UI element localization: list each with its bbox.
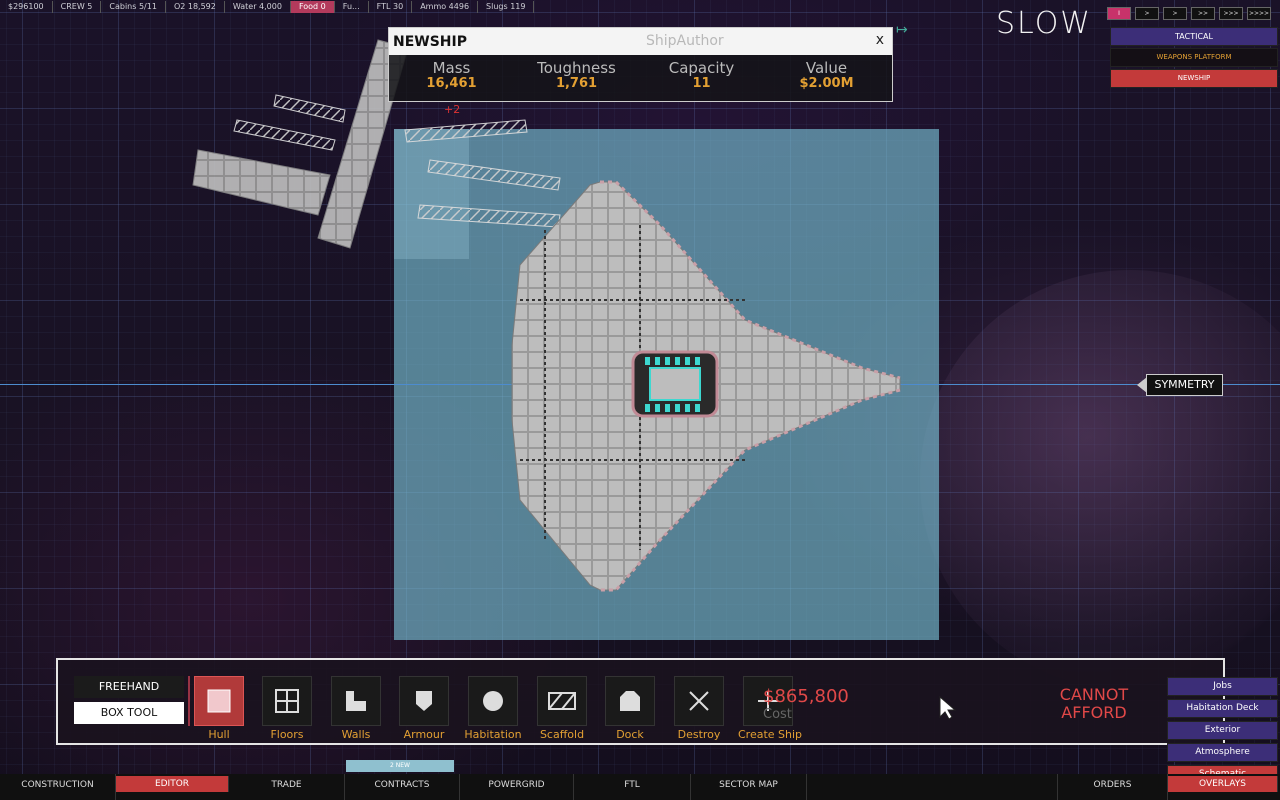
tool-dock-label: Dock [616, 728, 644, 741]
overlays-menu: Jobs Habitation Deck Exterior Atmosphere… [1167, 677, 1278, 787]
walls-icon [331, 676, 381, 726]
nav-ftl[interactable]: FTL [574, 774, 691, 800]
dock-count-marker: +2 [444, 103, 461, 116]
nav-construction[interactable]: CONSTRUCTION [0, 774, 116, 800]
overlay-exterior[interactable]: Exterior [1167, 721, 1278, 740]
bottom-navigation: CONSTRUCTION EDITOR TRADE CONTRACTS POWE… [0, 774, 1280, 800]
hull-icon [194, 676, 244, 726]
nav-overlays[interactable]: OVERLAYS [1168, 776, 1278, 792]
construction-toolbar: FREEHAND BOX TOOL Hull Floors Walls Armo… [56, 658, 1225, 745]
close-button[interactable]: x [876, 32, 884, 48]
arrow-right-icon: ↦ [896, 22, 908, 38]
mouse-cursor-icon [939, 695, 957, 720]
tool-walls[interactable]: Walls [326, 676, 386, 741]
value-value: $2.00M [799, 76, 854, 91]
mass-value: 16,461 [426, 76, 477, 91]
tool-hull-label: Hull [208, 728, 230, 741]
destroy-icon [674, 676, 724, 726]
tool-floors[interactable]: Floors [257, 676, 317, 741]
nav-orders[interactable]: ORDERS [1058, 774, 1168, 800]
mass-stat: Mass 16,461 [389, 55, 514, 91]
tool-habitation-label: Habitation [464, 728, 522, 741]
tool-scaffold[interactable]: Scaffold [532, 676, 592, 741]
box-tool-button[interactable]: BOX TOOL [74, 702, 184, 724]
cannot-afford-warning: CANNOT AFFORD [1059, 685, 1129, 722]
tool-habitation[interactable]: Habitation [463, 676, 523, 741]
cost-value: $865,800 [763, 686, 849, 707]
value-stat: Value $2.00M [764, 55, 889, 91]
ship-info-panel: NEWSHIP ShipAuthor x Mass 16,461 Toughne… [388, 27, 893, 102]
symmetry-tag[interactable]: SYMMETRY [1137, 374, 1223, 396]
ship-name[interactable]: NEWSHIP [389, 34, 467, 50]
capacity-label: Capacity [668, 59, 735, 77]
nav-sector-map[interactable]: SECTOR MAP [691, 774, 807, 800]
nav-trade[interactable]: TRADE [229, 774, 345, 800]
tool-hull[interactable]: Hull [189, 676, 249, 741]
new-notification-tag[interactable]: 2 NEW [346, 760, 454, 772]
value-label: Value [805, 59, 848, 77]
mass-label: Mass [432, 59, 471, 77]
cost-label: Cost [763, 707, 792, 722]
ship-author[interactable]: ShipAuthor [646, 33, 724, 49]
tool-scaffold-label: Scaffold [539, 728, 585, 741]
overlay-habitation-deck[interactable]: Habitation Deck [1167, 699, 1278, 718]
nav-spacer [807, 774, 1058, 800]
tool-armour[interactable]: Armour [394, 676, 454, 741]
overlay-atmosphere[interactable]: Atmosphere [1167, 743, 1278, 762]
armour-icon [399, 676, 449, 726]
freehand-button[interactable]: FREEHAND [74, 676, 184, 698]
nav-powergrid[interactable]: POWERGRID [460, 774, 574, 800]
nav-contracts[interactable]: CONTRACTS [345, 774, 460, 800]
tool-create-ship-label: Create Ship [738, 728, 803, 741]
habitation-icon [468, 676, 518, 726]
tool-armour-label: Armour [403, 728, 445, 741]
overlay-jobs[interactable]: Jobs [1167, 677, 1278, 696]
floors-icon [262, 676, 312, 726]
ship-hull [511, 180, 901, 592]
toughness-stat: Toughness 1,761 [514, 55, 639, 91]
tool-walls-label: Walls [341, 728, 371, 741]
tool-floors-label: Floors [270, 728, 304, 741]
capacity-stat: Capacity 11 [639, 55, 764, 91]
toughness-label: Toughness [537, 59, 616, 77]
toughness-value: 1,761 [555, 76, 598, 91]
capacity-value: 11 [692, 76, 711, 91]
nav-editor[interactable]: EDITOR [116, 776, 229, 792]
tool-destroy-label: Destroy [677, 728, 721, 741]
scaffold-icon [537, 676, 587, 726]
tool-dock[interactable]: Dock [600, 676, 660, 741]
tool-destroy[interactable]: Destroy [669, 676, 729, 741]
dock-icon [605, 676, 655, 726]
